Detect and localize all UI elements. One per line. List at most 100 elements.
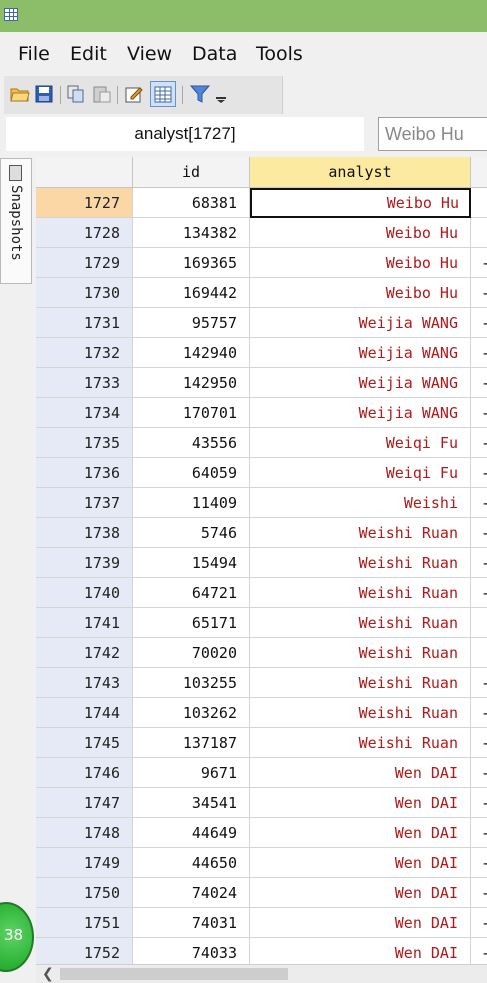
- cell-analyst[interactable]: Wen DAI: [250, 938, 471, 967]
- cell-analyst[interactable]: Weishi Ruan: [250, 578, 471, 608]
- cell-analyst[interactable]: Weijia WANG: [250, 308, 471, 338]
- row-number[interactable]: 1739: [36, 548, 133, 578]
- cell-next-column[interactable]: [471, 608, 487, 638]
- scroll-left-icon[interactable]: ❮: [42, 966, 54, 982]
- cell-next-column[interactable]: [471, 638, 487, 668]
- cell-next-column[interactable]: -: [471, 368, 487, 398]
- menu-view[interactable]: View: [127, 43, 172, 65]
- cell-next-column[interactable]: -: [471, 398, 487, 428]
- cell-next-column[interactable]: -: [471, 728, 487, 758]
- row-number[interactable]: 1743: [36, 668, 133, 698]
- cell-next-column[interactable]: [471, 218, 487, 248]
- row-number[interactable]: 1735: [36, 428, 133, 458]
- cell-id[interactable]: 142940: [133, 338, 250, 368]
- row-number[interactable]: 1734: [36, 398, 133, 428]
- cell-next-column[interactable]: -: [471, 938, 487, 967]
- cell-next-column[interactable]: -: [471, 308, 487, 338]
- table-row[interactable]: 1743103255Weishi Ruan-: [36, 668, 487, 698]
- cell-analyst[interactable]: Weishi Ruan: [250, 698, 471, 728]
- cell-analyst[interactable]: Weishi Ruan: [250, 668, 471, 698]
- cell-id[interactable]: 74031: [133, 908, 250, 938]
- column-header-analyst[interactable]: analyst: [250, 157, 471, 187]
- table-row[interactable]: 175074024Wen DAI-: [36, 878, 487, 908]
- table-row[interactable]: 173664059Weiqi Fu-: [36, 458, 487, 488]
- cell-id[interactable]: 142950: [133, 368, 250, 398]
- row-number[interactable]: 1746: [36, 758, 133, 788]
- cell-next-column[interactable]: -: [471, 338, 487, 368]
- edit-icon[interactable]: [124, 84, 144, 104]
- cell-id[interactable]: 9671: [133, 758, 250, 788]
- cell-id[interactable]: 64721: [133, 578, 250, 608]
- row-number[interactable]: 1751: [36, 908, 133, 938]
- cell-analyst[interactable]: Wen DAI: [250, 878, 471, 908]
- row-number[interactable]: 1738: [36, 518, 133, 548]
- table-row[interactable]: 1728 134382 Weibo Hu: [36, 218, 487, 248]
- cell-analyst[interactable]: Weijia WANG: [250, 368, 471, 398]
- cell-analyst[interactable]: Weishi Ruan: [250, 728, 471, 758]
- row-number[interactable]: 1736: [36, 458, 133, 488]
- table-row[interactable]: 1730169442Weibo Hu-: [36, 278, 487, 308]
- cell-analyst[interactable]: Weijia WANG: [250, 338, 471, 368]
- table-row[interactable]: 173195757Weijia WANG-: [36, 308, 487, 338]
- cell-id[interactable]: 70020: [133, 638, 250, 668]
- table-row[interactable]: 1727 68381 Weibo Hu: [36, 188, 487, 218]
- row-number[interactable]: 1752: [36, 938, 133, 967]
- cell-analyst[interactable]: Weishi Ruan: [250, 608, 471, 638]
- table-row[interactable]: 174944650Wen DAI-: [36, 848, 487, 878]
- row-number[interactable]: 1729: [36, 248, 133, 278]
- cell-id[interactable]: 74033: [133, 938, 250, 967]
- table-row[interactable]: 174734541Wen DAI-: [36, 788, 487, 818]
- table-row[interactable]: 1744103262Weishi Ruan-: [36, 698, 487, 728]
- cell-id[interactable]: 103255: [133, 668, 250, 698]
- row-number[interactable]: 1737: [36, 488, 133, 518]
- cell-analyst[interactable]: Wen DAI: [250, 788, 471, 818]
- table-row[interactable]: 175274033Wen DAI-: [36, 938, 487, 967]
- cell-id[interactable]: 134382: [133, 218, 250, 248]
- table-row[interactable]: 1734170701Weijia WANG-: [36, 398, 487, 428]
- cell-next-column[interactable]: -: [471, 578, 487, 608]
- cell-analyst[interactable]: Weishi Ruan: [250, 548, 471, 578]
- cell-id[interactable]: 169365: [133, 248, 250, 278]
- menu-file[interactable]: File: [18, 43, 50, 65]
- cell-id[interactable]: 68381: [133, 188, 250, 218]
- cell-id[interactable]: 44649: [133, 818, 250, 848]
- cell-analyst[interactable]: Wen DAI: [250, 758, 471, 788]
- browse-icon[interactable]: [150, 81, 176, 107]
- table-row[interactable]: 1742 70020 Weishi Ruan: [36, 638, 487, 668]
- copy-icon[interactable]: [66, 84, 86, 104]
- save-icon[interactable]: [34, 84, 54, 104]
- cell-id[interactable]: 170701: [133, 398, 250, 428]
- cell-id[interactable]: 15494: [133, 548, 250, 578]
- menu-tools[interactable]: Tools: [256, 43, 303, 65]
- table-row[interactable]: 175174031Wen DAI-: [36, 908, 487, 938]
- row-number[interactable]: 1745: [36, 728, 133, 758]
- cell-next-column[interactable]: [471, 188, 487, 218]
- cell-reference-box[interactable]: analyst[1727]: [6, 117, 364, 151]
- cell-analyst[interactable]: Weijia WANG: [250, 398, 471, 428]
- row-number[interactable]: 1744: [36, 698, 133, 728]
- row-number[interactable]: 1742: [36, 638, 133, 668]
- table-row[interactable]: 1732142940Weijia WANG-: [36, 338, 487, 368]
- row-number[interactable]: 1750: [36, 878, 133, 908]
- cell-id[interactable]: 95757: [133, 308, 250, 338]
- cell-next-column[interactable]: -: [471, 788, 487, 818]
- cell-id[interactable]: 169442: [133, 278, 250, 308]
- cell-next-column[interactable]: -: [471, 698, 487, 728]
- column-header-id[interactable]: id: [133, 157, 250, 187]
- row-number[interactable]: 1740: [36, 578, 133, 608]
- cell-id[interactable]: 34541: [133, 788, 250, 818]
- cell-next-column[interactable]: -: [471, 428, 487, 458]
- cell-analyst[interactable]: Weibo Hu: [250, 218, 471, 248]
- cell-analyst[interactable]: Weiqi Fu: [250, 428, 471, 458]
- paste-icon[interactable]: [92, 84, 112, 104]
- horizontal-scrollbar[interactable]: ❮: [36, 964, 487, 983]
- cell-next-column[interactable]: -: [471, 548, 487, 578]
- toolbar-overflow-icon[interactable]: [214, 84, 228, 104]
- cell-next-column[interactable]: -: [471, 758, 487, 788]
- table-row[interactable]: 174064721Weishi Ruan-: [36, 578, 487, 608]
- cell-id[interactable]: 65171: [133, 608, 250, 638]
- menu-edit[interactable]: Edit: [70, 43, 107, 65]
- snapshots-tab[interactable]: Snapshots: [0, 158, 32, 284]
- cell-analyst[interactable]: Weibo Hu: [250, 278, 471, 308]
- table-row[interactable]: 173543556Weiqi Fu-: [36, 428, 487, 458]
